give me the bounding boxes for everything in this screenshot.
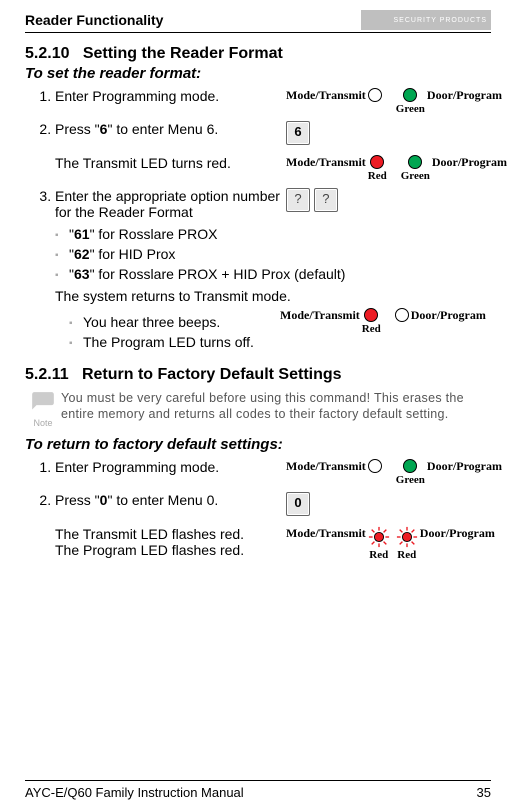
fd-step-1: Enter Programming mode. Mode/Transmit Gr… bbox=[55, 459, 491, 486]
keycap-6: 6 bbox=[286, 121, 310, 145]
led-state-fd2: Mode/Transmit Re bbox=[286, 526, 495, 561]
note-block: Note You must be very careful before usi… bbox=[25, 390, 491, 428]
led-program-green-icon bbox=[403, 459, 417, 473]
note-icon: Note bbox=[25, 390, 61, 428]
set-reader-format-subhead: To set the reader format: bbox=[25, 65, 491, 82]
footer-manual-title: AYC-E/Q60 Family Instruction Manual bbox=[25, 785, 244, 800]
step-3: Enter the appropriate option number for … bbox=[55, 188, 491, 282]
led-state-fd1: Mode/Transmit Green Door/Program bbox=[286, 459, 502, 486]
led-transmit-red-icon bbox=[364, 308, 378, 322]
bullet-63: "63" for Rosslare PROX + HID Prox (defau… bbox=[69, 266, 491, 282]
section-5-2-10-heading: 5.2.10 Setting the Reader Format bbox=[25, 45, 491, 63]
led-state-step2: Mode/Transmit Red Green Door/Program bbox=[286, 155, 507, 182]
factory-default-steps: Enter Programming mode. Mode/Transmit Gr… bbox=[25, 459, 491, 561]
led-program-off-icon bbox=[395, 308, 409, 322]
led-program-green-icon bbox=[403, 88, 417, 102]
header-title: Reader Functionality bbox=[25, 12, 163, 28]
bullet-led-off: The Program LED turns off. bbox=[83, 334, 280, 350]
fd-step-2: Press "0" to enter Menu 0. 0 The Transmi… bbox=[55, 492, 491, 561]
led-transmit-flash-red-icon bbox=[368, 526, 390, 548]
step-1: Enter Programming mode. Mode/Transmit Gr… bbox=[55, 88, 491, 115]
led-program-green-icon bbox=[408, 155, 422, 169]
brand-logo: SECURITY PRODUCTS bbox=[361, 10, 491, 30]
bullet-61: "61" for Rosslare PROX bbox=[69, 226, 491, 242]
bullet-beeps: You hear three beeps. bbox=[83, 314, 280, 330]
return-transmit-line: The system returns to Transmit mode. bbox=[55, 288, 491, 304]
page-header: Reader Functionality SECURITY PRODUCTS bbox=[25, 10, 491, 33]
footer-page-number: 35 bbox=[477, 785, 491, 800]
keycap-0: 0 bbox=[286, 492, 310, 516]
section-5-2-11-heading: 5.2.11 Return to Factory Default Setting… bbox=[25, 366, 491, 384]
factory-default-subhead: To return to factory default settings: bbox=[25, 436, 491, 453]
led-transmit-off-icon bbox=[368, 88, 382, 102]
led-transmit-red-icon bbox=[370, 155, 384, 169]
led-program-flash-red-icon bbox=[396, 526, 418, 548]
step-2: Press "6" to enter Menu 6. 6 The Transmi… bbox=[55, 121, 491, 182]
page-footer: AYC-E/Q60 Family Instruction Manual 35 bbox=[25, 780, 491, 800]
keycap-unknown-2: ? bbox=[314, 188, 338, 212]
bullet-62: "62" for HID Prox bbox=[69, 246, 491, 262]
led-transmit-off-icon bbox=[368, 459, 382, 473]
led-state-step1: Mode/Transmit Green Door/Program bbox=[286, 88, 502, 115]
note-text: You must be very careful before using th… bbox=[61, 390, 491, 423]
set-format-steps: Enter Programming mode. Mode/Transmit Gr… bbox=[25, 88, 491, 282]
led-state-return: Mode/Transmit Red Door/Program bbox=[280, 308, 491, 335]
keycap-unknown-1: ? bbox=[286, 188, 310, 212]
